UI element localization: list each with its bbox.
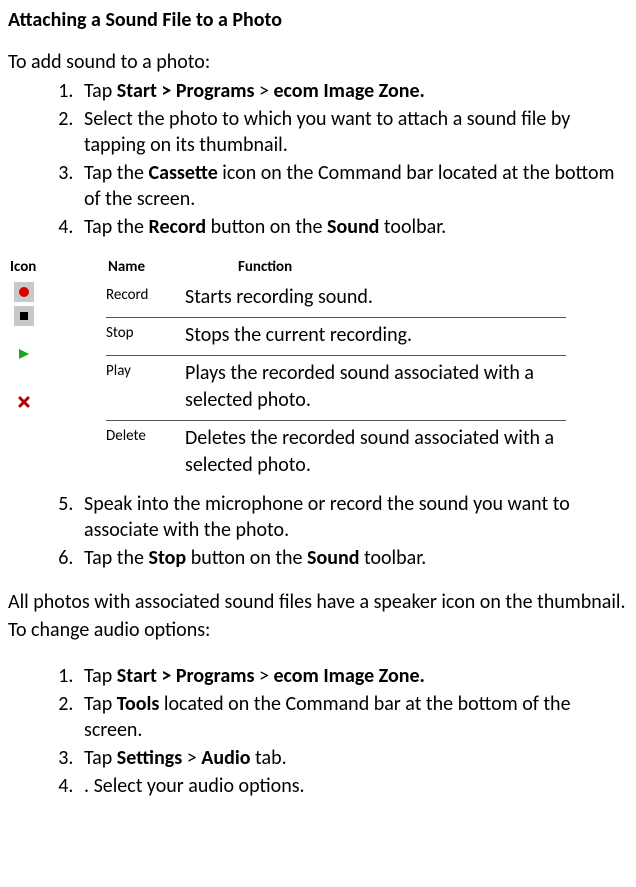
- bold: Start > Programs: [117, 664, 255, 688]
- step-4: . Select your audio options.: [78, 773, 628, 799]
- text: Tap the: [84, 546, 148, 570]
- bold: Record: [148, 215, 206, 239]
- icon-table-body: Record Starts recording sound. Stop Stop…: [8, 280, 628, 485]
- text: button on the: [206, 215, 327, 239]
- text: Tap: [84, 79, 117, 103]
- icon-group-record-stop: [14, 280, 34, 328]
- bold: Cassette: [148, 161, 217, 185]
- bold: Start > Programs: [117, 79, 255, 103]
- document-page: Attaching a Sound File to a Photo To add…: [0, 0, 636, 841]
- table-row: Play Plays the recorded sound associated…: [106, 355, 566, 420]
- table-row: Delete Deletes the recorded sound associ…: [106, 420, 566, 485]
- table-row: Stop Stops the current recording.: [106, 317, 566, 355]
- step-1: Tap Start > Programs > ecom Image Zone.: [78, 78, 628, 104]
- text: >: [254, 79, 273, 103]
- bold: Settings: [117, 746, 182, 770]
- row-name: Play: [106, 360, 181, 414]
- text: Tap the: [84, 215, 148, 239]
- icon-table-header: Icon Name Function: [8, 258, 628, 276]
- text: Tap: [84, 692, 117, 716]
- page-title: Attaching a Sound File to a Photo: [8, 8, 628, 32]
- row-function: Deletes the recorded sound associated wi…: [181, 425, 566, 479]
- table-row: Record Starts recording sound.: [106, 280, 566, 317]
- intro-add-sound: To add sound to a photo:: [8, 50, 628, 74]
- bold: ecom Image Zone.: [273, 664, 424, 688]
- row-function: Stops the current recording.: [181, 322, 566, 349]
- step-2: Tap Tools located on the Command bar at …: [78, 691, 628, 743]
- record-icon: [14, 282, 34, 302]
- row-function: Plays the recorded sound associated with…: [181, 360, 566, 414]
- text: Tap the: [84, 161, 148, 185]
- step-3: Tap the Cassette icon on the Command bar…: [78, 160, 628, 212]
- icon-table: Icon Name Function: [8, 258, 628, 485]
- step-2: Select the photo to which you want to at…: [78, 106, 628, 158]
- icon-group-play: [14, 342, 34, 366]
- bold: Tools: [117, 692, 160, 716]
- icon-group-delete: [14, 390, 34, 414]
- bold: Stop: [148, 546, 186, 570]
- change-audio-steps: Tap Start > Programs > ecom Image Zone. …: [8, 663, 628, 799]
- text: >: [254, 664, 273, 688]
- step-4: Tap the Record button on the Sound toolb…: [78, 214, 628, 240]
- header-name: Name: [108, 258, 238, 276]
- delete-icon: [14, 392, 34, 412]
- row-function: Starts recording sound.: [181, 284, 566, 311]
- step-5: Speak into the microphone or record the …: [78, 491, 628, 543]
- stop-icon: [14, 306, 34, 326]
- text: toolbar.: [379, 215, 446, 239]
- header-function: Function: [238, 258, 628, 276]
- text: tab.: [251, 746, 287, 770]
- row-name: Delete: [106, 425, 181, 479]
- text: Tap: [84, 664, 117, 688]
- text: toolbar.: [359, 546, 426, 570]
- icon-column: [8, 280, 106, 485]
- intro-change-options: To change audio options:: [8, 617, 628, 643]
- play-icon: [14, 344, 34, 364]
- header-icon: Icon: [8, 258, 108, 276]
- text: Tap: [84, 746, 117, 770]
- bold: Sound: [307, 546, 359, 570]
- text: button on the: [186, 546, 307, 570]
- step-6: Tap the Stop button on the Sound toolbar…: [78, 545, 628, 571]
- bold: ecom Image Zone.: [273, 79, 424, 103]
- add-sound-steps-cont: Speak into the microphone or record the …: [8, 491, 628, 571]
- speaker-icon-note: All photos with associated sound files h…: [8, 589, 628, 615]
- text: >: [182, 746, 201, 770]
- step-1: Tap Start > Programs > ecom Image Zone.: [78, 663, 628, 689]
- name-function-column: Record Starts recording sound. Stop Stop…: [106, 280, 566, 485]
- add-sound-steps: Tap Start > Programs > ecom Image Zone. …: [8, 78, 628, 240]
- row-name: Record: [106, 284, 181, 311]
- row-name: Stop: [106, 322, 181, 349]
- bold: Audio: [201, 746, 250, 770]
- bold: Sound: [327, 215, 379, 239]
- step-3: Tap Settings > Audio tab.: [78, 745, 628, 771]
